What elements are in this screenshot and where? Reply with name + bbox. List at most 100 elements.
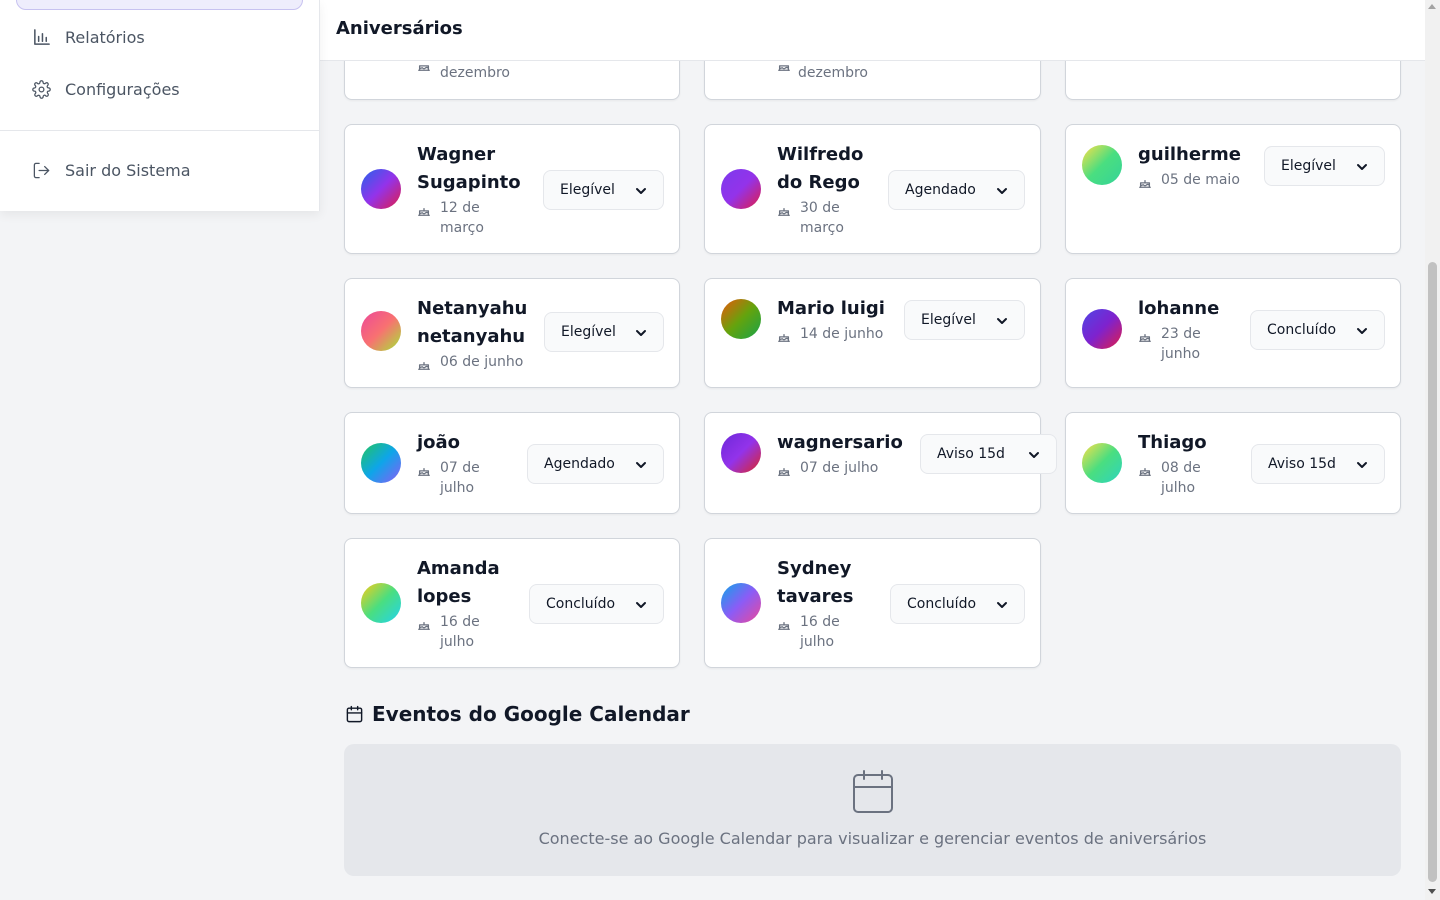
avatar bbox=[721, 433, 761, 473]
status-select[interactable]: Elegível bbox=[544, 312, 664, 352]
status-select-value: Concluído bbox=[546, 596, 616, 612]
birthday-date-line: 07 de julho bbox=[800, 460, 879, 476]
avatar bbox=[361, 169, 401, 209]
chevron-down-icon bbox=[635, 459, 647, 471]
chevron-down-icon bbox=[1356, 161, 1368, 173]
birthday-date-line: junho bbox=[1161, 346, 1201, 362]
birthday-name: Thiago bbox=[1138, 429, 1207, 457]
status-select[interactable]: Concluído bbox=[529, 584, 664, 624]
cake-icon bbox=[1138, 462, 1152, 476]
sidebar-active-item[interactable] bbox=[16, 0, 303, 10]
birthday-card: lohanne 23 de junho Concluído bbox=[1065, 278, 1401, 388]
birthday-date: 07 de julho bbox=[440, 458, 480, 498]
status-select[interactable]: Aviso 15d bbox=[1251, 444, 1385, 484]
cake-icon bbox=[417, 356, 431, 370]
status-select-value: Agendado bbox=[905, 182, 976, 198]
status-select-value: Aviso 15d bbox=[1268, 456, 1336, 472]
birthday-date: dezembro bbox=[440, 65, 510, 81]
cake-icon bbox=[777, 202, 791, 216]
birthday-name-line: guilherme bbox=[1138, 144, 1241, 165]
status-select[interactable]: Concluído bbox=[1250, 310, 1385, 350]
status-select-value: Aviso 15d bbox=[937, 446, 1005, 462]
birthday-name: wagnersario bbox=[777, 429, 903, 457]
birthday-date-line: 05 de maio bbox=[1161, 172, 1240, 188]
birthday-card: Sydney tavares 16 de julho Concluído bbox=[704, 538, 1041, 668]
status-select[interactable]: Elegível bbox=[1264, 146, 1385, 186]
birthday-name-line: Wagner bbox=[417, 144, 496, 165]
logout-button[interactable]: Sair do Sistema bbox=[32, 155, 191, 185]
birthday-date-line: 23 de bbox=[1161, 326, 1201, 342]
scrollbar-thumb[interactable] bbox=[1428, 262, 1437, 882]
status-select[interactable]: Concluído bbox=[890, 584, 1025, 624]
status-select-value: Elegível bbox=[921, 312, 976, 328]
birthday-date-line: julho bbox=[440, 634, 475, 650]
chevron-down-icon bbox=[1356, 459, 1368, 471]
page-header: Aniversários bbox=[320, 0, 1425, 61]
birthday-name: Sydney tavares bbox=[777, 555, 853, 611]
scroll-up-arrow-icon[interactable] bbox=[1428, 4, 1436, 9]
birthday-card: Thiago 08 de julho Aviso 15d bbox=[1065, 412, 1401, 514]
birthday-name-line: lohanne bbox=[1138, 298, 1220, 319]
birthday-card: Mario luigi 14 de junho Elegível bbox=[704, 278, 1041, 388]
birthday-date-line: 14 de junho bbox=[800, 326, 884, 342]
status-select-value: Elegível bbox=[560, 182, 615, 198]
birthday-date: 08 de julho bbox=[1161, 458, 1201, 498]
avatar bbox=[721, 299, 761, 339]
birthday-name: Wagner Sugapinto bbox=[417, 141, 521, 197]
status-select[interactable]: Agendado bbox=[888, 170, 1025, 210]
birthday-date: 14 de junho bbox=[800, 324, 883, 344]
avatar bbox=[1082, 443, 1122, 483]
birthday-date-line: 07 de bbox=[440, 460, 480, 476]
status-select[interactable]: Aviso 15d bbox=[920, 434, 1057, 474]
birthday-date-line: março bbox=[800, 220, 844, 236]
status-select[interactable]: Elegível bbox=[543, 170, 664, 210]
birthday-date: 12 de março bbox=[440, 198, 484, 238]
birthday-date: 16 de julho bbox=[440, 612, 480, 652]
chevron-down-icon bbox=[1356, 325, 1368, 337]
logout-label: Sair do Sistema bbox=[65, 160, 191, 180]
sidebar-item-relatorios[interactable]: Relatórios bbox=[32, 22, 145, 52]
gear-icon bbox=[32, 79, 51, 99]
chevron-down-icon bbox=[996, 315, 1008, 327]
birthday-date: 06 de junho bbox=[440, 352, 523, 372]
birthday-name: lohanne bbox=[1138, 295, 1219, 323]
sidebar-divider bbox=[0, 130, 319, 131]
google-calendar-heading: Eventos do Google Calendar bbox=[345, 702, 690, 726]
status-select-value: Agendado bbox=[544, 456, 615, 472]
avatar bbox=[721, 583, 761, 623]
birthday-date-line: 08 de bbox=[1161, 460, 1201, 476]
birthday-date: dezembro bbox=[798, 65, 868, 81]
google-calendar-title: Eventos do Google Calendar bbox=[372, 702, 690, 726]
birthday-name-line: Thiago bbox=[1138, 432, 1207, 453]
birthday-card: guilherme 05 de maio Elegível bbox=[1065, 124, 1401, 254]
status-select[interactable]: Elegível bbox=[904, 300, 1025, 340]
cake-icon bbox=[1138, 174, 1152, 188]
birthday-date: 16 de julho bbox=[800, 612, 840, 652]
birthday-date-line: julho bbox=[800, 634, 835, 650]
cake-icon bbox=[417, 202, 431, 216]
avatar bbox=[361, 583, 401, 623]
birthday-name-line: do Rego bbox=[777, 172, 860, 193]
google-calendar-message: Conecte-se ao Google Calendar para visua… bbox=[538, 829, 1207, 848]
birthday-card: Netanyahu netanyahu 06 de junho Elegível bbox=[344, 278, 680, 388]
birthday-name-line: Mario luigi bbox=[777, 298, 885, 319]
birthday-date-line: março bbox=[440, 220, 484, 236]
cake-icon bbox=[417, 616, 431, 630]
cake-icon bbox=[417, 462, 431, 476]
calendar-icon bbox=[851, 769, 895, 815]
birthday-name-line: Netanyahu bbox=[417, 298, 528, 319]
birthday-name: Netanyahu netanyahu bbox=[417, 295, 527, 351]
page-scrollbar[interactable] bbox=[1425, 0, 1440, 900]
sidebar: Relatórios Configurações Sair do Sistema bbox=[0, 0, 320, 211]
birthday-name-line: Wilfredo bbox=[777, 144, 864, 165]
birthday-name-line: Sydney bbox=[777, 558, 852, 579]
chevron-down-icon bbox=[635, 599, 647, 611]
sidebar-item-label: Configurações bbox=[65, 79, 180, 99]
birthday-name: Amanda lopes bbox=[417, 555, 500, 611]
sidebar-item-configuracoes[interactable]: Configurações bbox=[32, 74, 180, 104]
status-select[interactable]: Agendado bbox=[527, 444, 664, 484]
scroll-down-arrow-icon[interactable] bbox=[1428, 889, 1436, 894]
cake-icon bbox=[777, 328, 791, 342]
status-select-value: Concluído bbox=[907, 596, 977, 612]
birthday-name: guilherme bbox=[1138, 141, 1241, 169]
